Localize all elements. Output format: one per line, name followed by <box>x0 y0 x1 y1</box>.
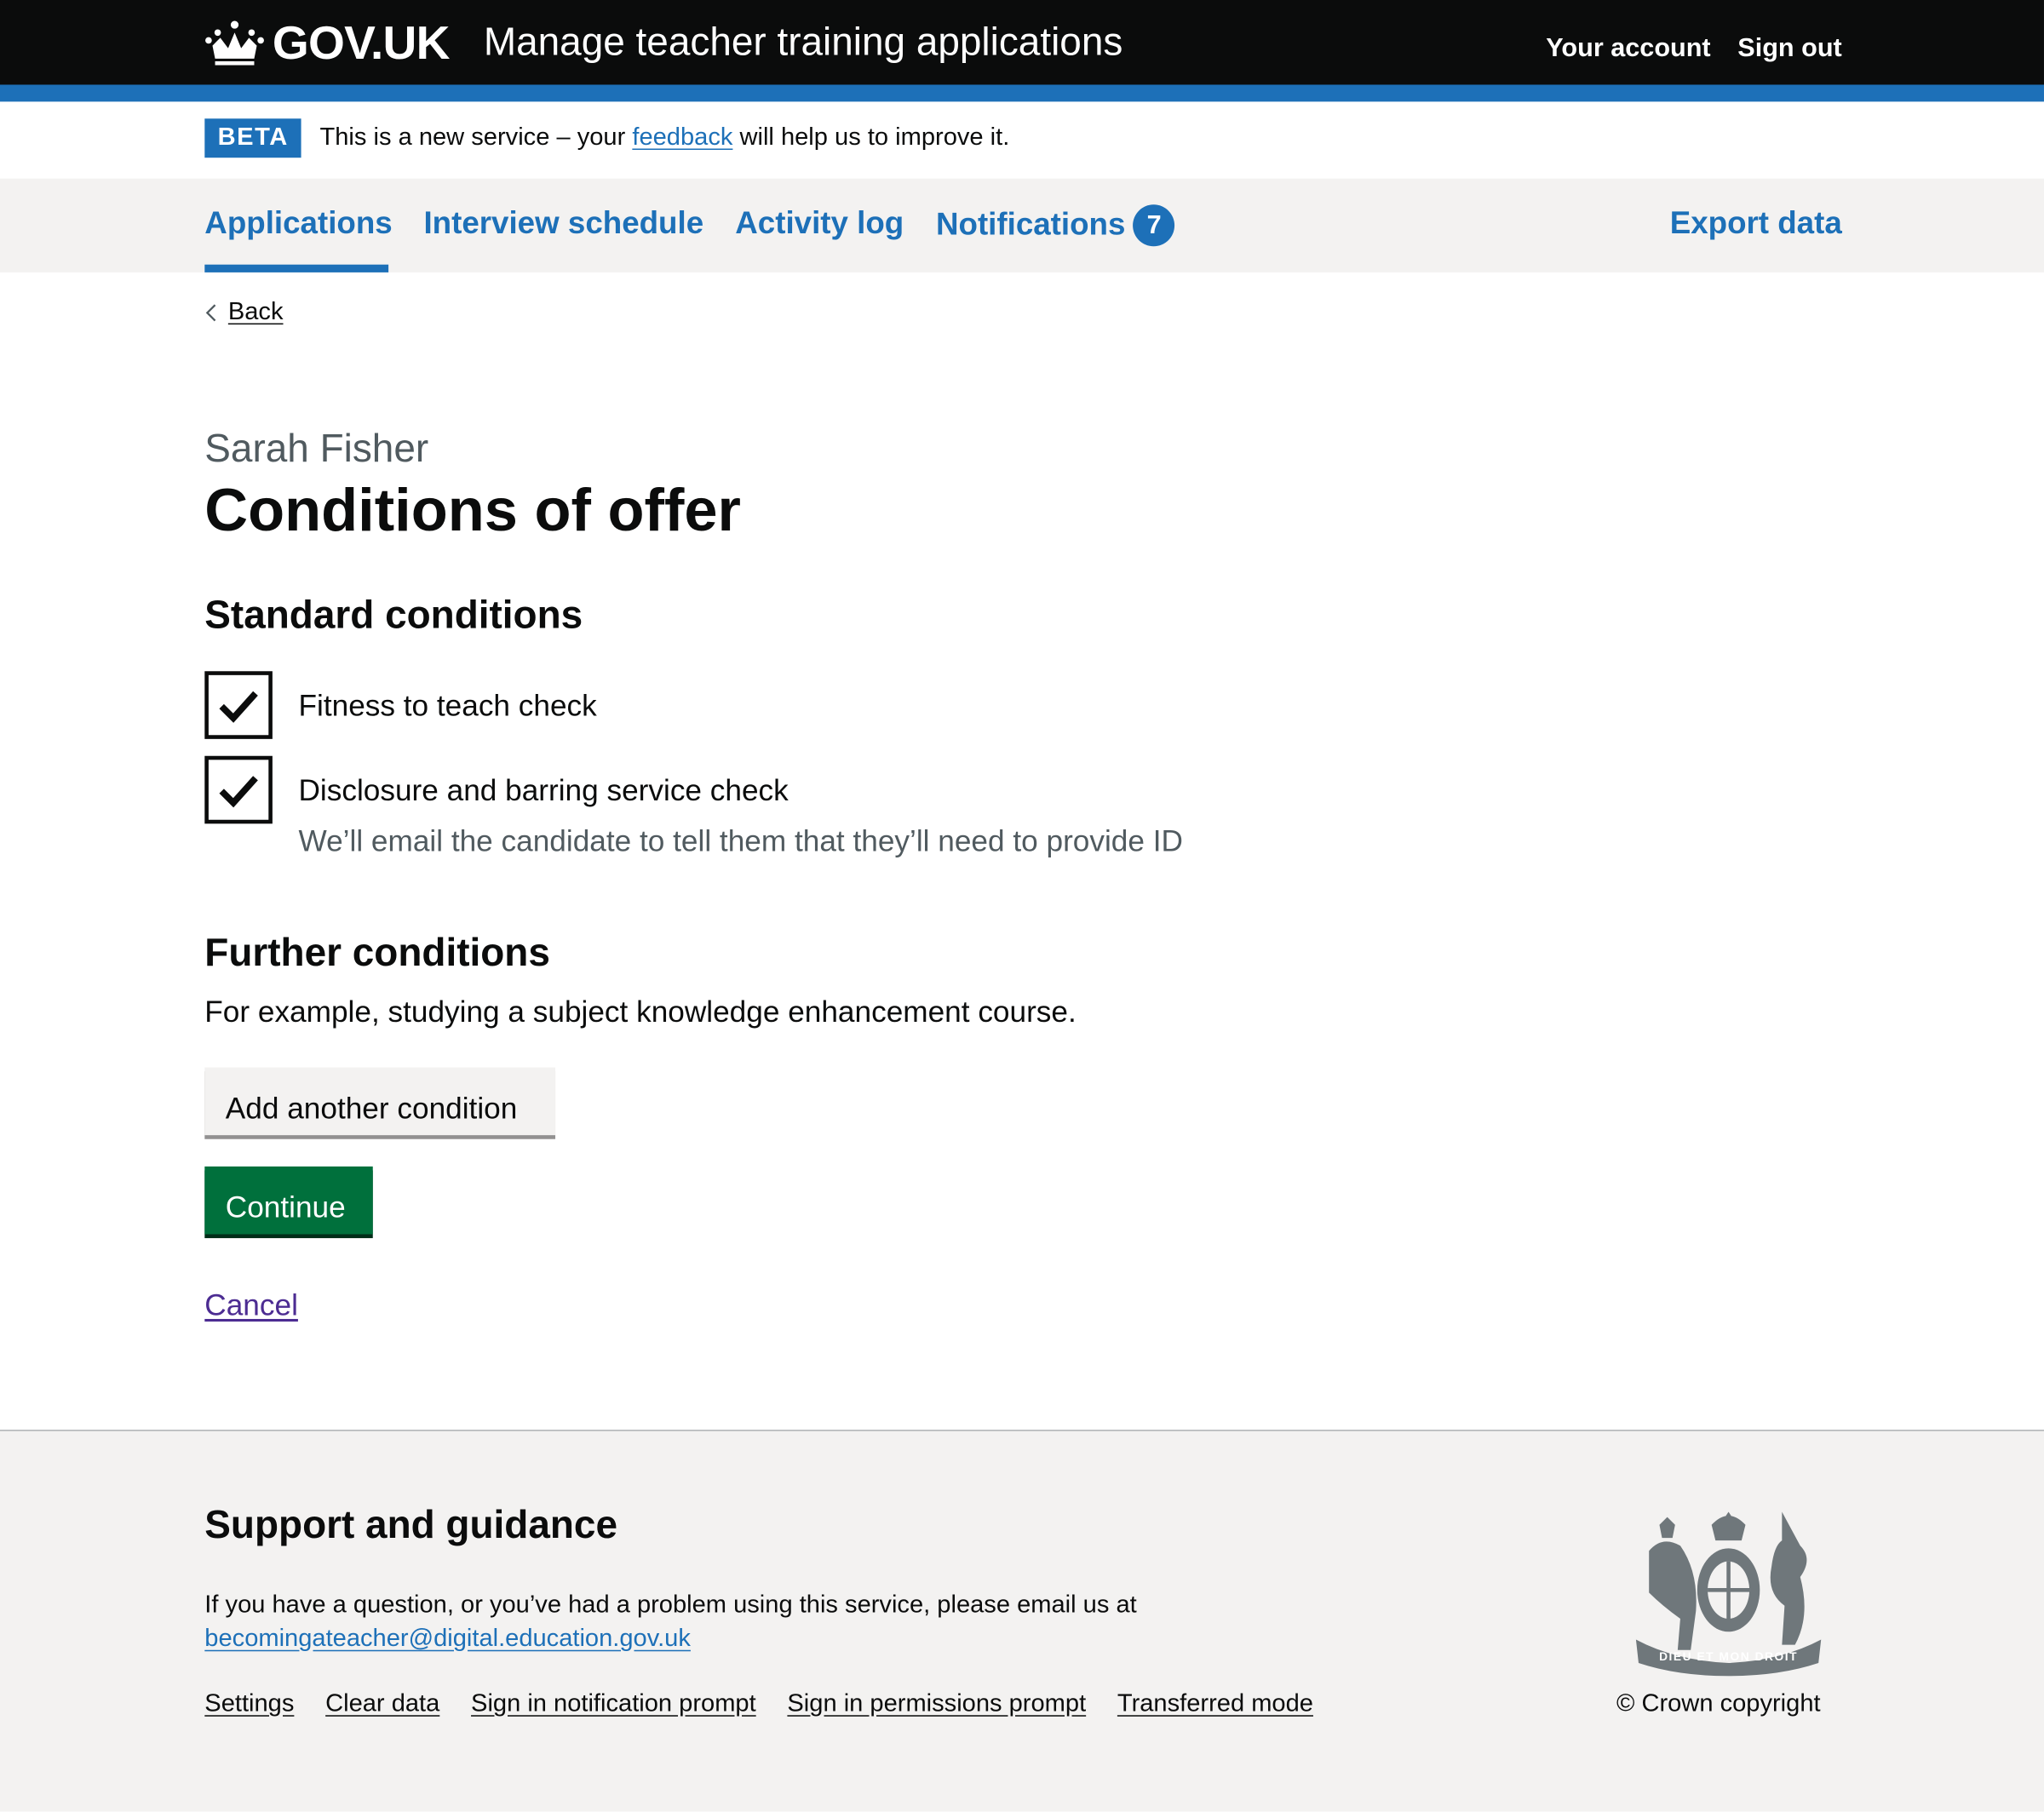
nav-export-data[interactable]: Export data <box>1670 206 1842 243</box>
footer-link-settings[interactable]: Settings <box>204 1690 294 1719</box>
service-name[interactable]: Manage teacher training applications <box>484 20 1122 65</box>
footer-links: Settings Clear data Sign in notification… <box>204 1690 1313 1719</box>
header-accent-bar <box>0 84 2044 102</box>
nav-interview-schedule[interactable]: Interview schedule <box>423 206 703 243</box>
chevron-left-icon <box>205 304 216 322</box>
footer-heading: Support and guidance <box>204 1504 618 1547</box>
standard-conditions-heading: Standard conditions <box>204 593 583 638</box>
fitness-to-teach-label[interactable]: Fitness to teach check <box>299 688 597 723</box>
page-caption: Sarah Fisher <box>204 427 429 471</box>
footer-link-clear-data[interactable]: Clear data <box>325 1690 439 1719</box>
dbs-check-checkbox[interactable] <box>204 755 273 824</box>
crest-motto: DIEU ET MON DROIT <box>1659 1649 1799 1664</box>
dbs-check-hint: We’ll email the candidate to tell them t… <box>298 823 1183 858</box>
active-nav-indicator <box>204 264 389 272</box>
footer-support-message: If you have a question, or you’ve had a … <box>204 1591 1137 1620</box>
beta-tag: BETA <box>204 118 302 158</box>
dbs-check-label[interactable]: Disclosure and barring service check <box>299 773 789 808</box>
checkmark-icon <box>219 776 258 808</box>
phase-banner: BETA This is a new service – your feedba… <box>204 118 1009 158</box>
nav-notifications-label: Notifications <box>935 207 1126 243</box>
your-account-link[interactable]: Your account <box>1546 34 1710 64</box>
crown-icon <box>205 20 264 66</box>
fitness-to-teach-checkbox[interactable] <box>204 671 273 739</box>
nav-activity-log[interactable]: Activity log <box>735 206 904 243</box>
further-conditions-heading: Further conditions <box>204 932 550 975</box>
logo-text: GOV.UK <box>272 15 450 70</box>
nav-notifications[interactable]: Notifications 7 <box>935 204 1175 247</box>
banner-text-before: This is a new service – your <box>319 123 626 152</box>
footer-support-text: If you have a question, or you’ve had a … <box>204 1589 1136 1657</box>
support-email-link[interactable]: becomingateacher@digital.education.gov.u… <box>204 1626 691 1653</box>
notifications-count-badge: 7 <box>1133 204 1175 247</box>
footer-link-transferred-mode[interactable]: Transferred mode <box>1117 1690 1313 1719</box>
crown-copyright[interactable]: © Crown copyright <box>1616 1690 1821 1719</box>
footer-link-sign-in-notification-prompt[interactable]: Sign in notification prompt <box>471 1690 756 1719</box>
banner-text-after: will help us to improve it. <box>739 123 1010 152</box>
further-conditions-hint: For example, studying a subject knowledg… <box>204 994 1077 1029</box>
nav-applications[interactable]: Applications <box>204 206 392 243</box>
back-link-wrapper: Back <box>204 299 284 328</box>
sign-out-link[interactable]: Sign out <box>1737 34 1841 64</box>
continue-button[interactable]: Continue <box>204 1166 373 1235</box>
add-another-condition-button[interactable]: Add another condition <box>204 1067 556 1136</box>
page-title: Conditions of offer <box>204 475 741 544</box>
back-link[interactable]: Back <box>228 299 284 328</box>
feedback-link[interactable]: feedback <box>632 123 732 152</box>
checkmark-icon <box>219 691 258 723</box>
footer-link-sign-in-permissions-prompt[interactable]: Sign in permissions prompt <box>787 1690 1086 1719</box>
govuk-logo-link[interactable]: GOV.UK <box>204 15 450 70</box>
cancel-link[interactable]: Cancel <box>204 1287 298 1322</box>
